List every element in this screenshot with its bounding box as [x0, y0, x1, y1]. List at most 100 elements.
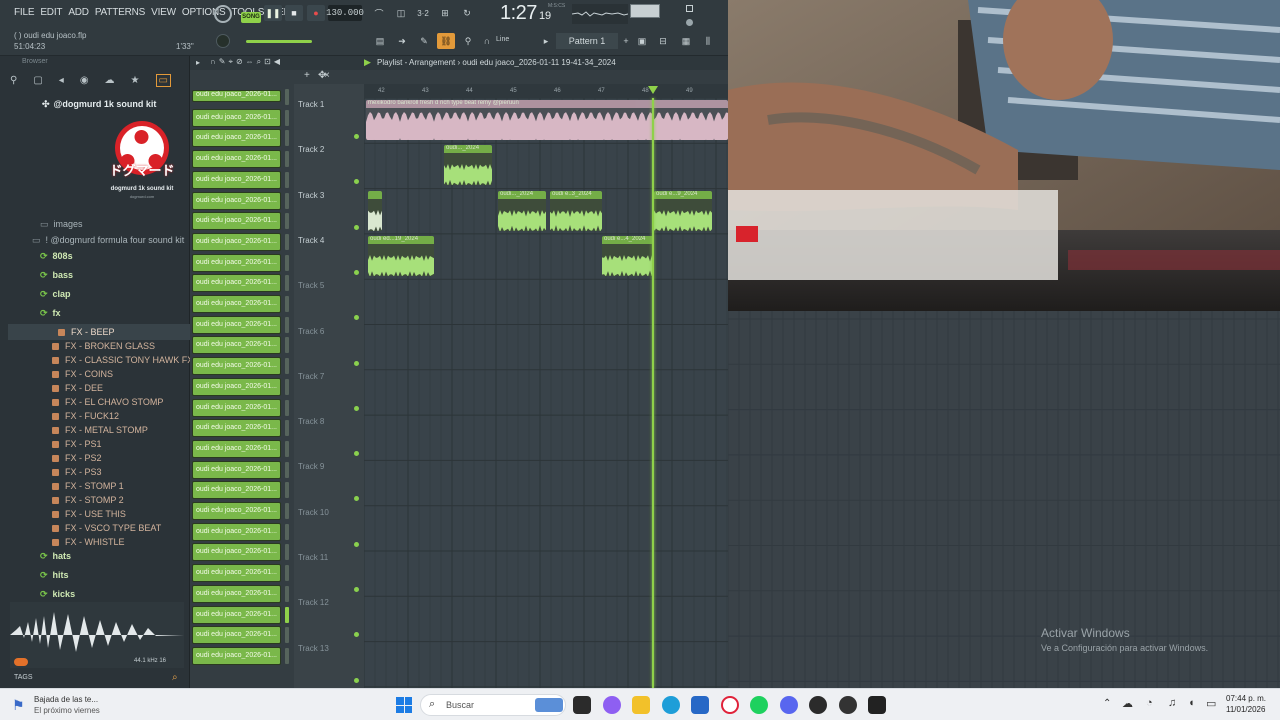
countdown-icon[interactable]: 3·2 — [414, 5, 432, 21]
track-mute-led[interactable] — [354, 224, 359, 230]
tray-cloud-icon[interactable]: ☁ — [1122, 697, 1133, 710]
browser-group[interactable]: ⟳ fx — [40, 305, 61, 321]
piano-roll-icon[interactable]: ▤ — [371, 33, 389, 49]
browser-group[interactable]: ⟳ bass — [40, 267, 73, 283]
play-button[interactable]: ❚❚ — [264, 5, 282, 21]
loop-record-icon[interactable]: ↻ — [458, 5, 476, 21]
channel-select-indicator[interactable] — [285, 378, 289, 395]
channel-button[interactable]: oudi edu joaco_2026-01... — [192, 481, 281, 500]
track-label[interactable]: Track 13 — [298, 644, 329, 653]
track-label[interactable]: Track 11 — [298, 553, 328, 562]
taskbar-search[interactable]: ⌕ Buscar — [420, 694, 566, 716]
menu-patterns[interactable]: PATTERNS — [95, 7, 145, 18]
channel-select-indicator[interactable] — [285, 585, 289, 602]
clock-time[interactable]: 07:44 p. m. — [1226, 694, 1266, 703]
channel-button[interactable]: oudi edu joaco_2026-01... — [192, 295, 281, 313]
fl-studio-icon[interactable] — [809, 696, 827, 714]
browser-folder[interactable]: ▭ images — [40, 216, 83, 232]
window-min-icon[interactable] — [686, 19, 693, 26]
audio-clip[interactable]: oudi e...4_2024 — [602, 235, 654, 276]
edge-icon[interactable] — [662, 696, 680, 714]
track-label[interactable]: Track 7 — [298, 372, 324, 381]
track-mute-led[interactable] — [354, 632, 359, 638]
window-restore-icon[interactable] — [686, 5, 693, 12]
tags-label[interactable]: TAGS — [14, 674, 33, 681]
channel-button[interactable]: oudi edu joaco_2026-01... — [192, 170, 281, 189]
plugin-icon[interactable]: ⫼ — [700, 33, 716, 49]
track-label[interactable]: Track 3 — [298, 191, 324, 200]
folder-icon[interactable]: ▢ — [33, 75, 42, 86]
start-button[interactable] — [396, 697, 412, 713]
discord-icon[interactable] — [780, 696, 798, 714]
kit-folder[interactable]: ✣ @dogmurd 1k sound kit — [42, 96, 156, 112]
audio-clip[interactable]: oudi..._2024 — [498, 190, 546, 231]
channel-button[interactable]: oudi edu joaco_2026-01... — [192, 191, 281, 210]
file-explorer-icon[interactable] — [632, 696, 650, 714]
channel-button[interactable]: oudi edu joaco_2026-01... — [192, 460, 281, 479]
menu-edit[interactable]: EDIT — [40, 7, 62, 18]
collapse-icon[interactable]: ◂ — [59, 75, 64, 86]
channel-select-indicator[interactable] — [285, 233, 289, 250]
channel-select-indicator[interactable] — [285, 337, 289, 354]
link-icon[interactable]: ⛓ — [437, 33, 455, 49]
tray-chevron-icon[interactable]: ⌃ — [1103, 698, 1111, 709]
channel-select-indicator[interactable] — [285, 565, 289, 582]
channel-button[interactable]: oudi edu joaco_2026-01... — [192, 150, 281, 169]
channel-button[interactable]: oudi edu joaco_2026-01... — [192, 605, 281, 624]
record-button[interactable]: ● — [307, 5, 325, 21]
timeline-ruler[interactable]: 42 43 44 45 46 47 48 49 — [364, 84, 728, 98]
channel-select-indicator[interactable] — [285, 627, 289, 644]
pattern-selector[interactable]: Pattern 1 — [556, 33, 618, 49]
channel-button[interactable]: oudi edu joaco_2026-01... — [192, 626, 281, 645]
audio-clip[interactable] — [368, 190, 382, 231]
channel-select-indicator[interactable] — [285, 296, 289, 312]
track-label[interactable]: Track 1 — [298, 100, 324, 109]
metronome-icon[interactable]: ⌒ — [370, 5, 388, 21]
audio-clip[interactable]: mexikodro bankroll fresh d rich type bea… — [366, 100, 728, 140]
track-mute-led[interactable] — [354, 541, 359, 547]
arrangement-grid[interactable]: mexikodro bankroll fresh d rich type bea… — [364, 98, 728, 688]
track-mute-led[interactable] — [354, 405, 359, 411]
pin-icon[interactable]: ⚲ — [10, 75, 17, 86]
cloud-icon[interactable]: ☁ — [105, 75, 115, 86]
clock-date[interactable]: 11/01/2026 — [1226, 705, 1265, 714]
browser-group[interactable]: ⟳ hits — [40, 567, 69, 583]
channel-select-indicator[interactable] — [285, 171, 289, 188]
pattern-prev-icon[interactable]: ▸ — [540, 33, 552, 49]
arrow-right-icon[interactable]: ➜ — [393, 33, 411, 49]
star-icon[interactable]: ★ — [131, 75, 140, 86]
store-icon[interactable] — [691, 696, 709, 714]
channel-button[interactable]: oudi edu joaco_2026-01... — [192, 274, 281, 293]
channel-button[interactable]: oudi edu joaco_2026-01... — [192, 253, 281, 272]
playlist-back-icon[interactable]: ▸ — [196, 58, 200, 67]
channel-select-indicator[interactable] — [285, 275, 289, 292]
channel-select-indicator[interactable] — [285, 420, 289, 437]
track-mute-led[interactable] — [354, 587, 359, 592]
track-mute-led[interactable] — [354, 360, 359, 366]
preview-play-icon[interactable] — [14, 658, 28, 666]
menu-file[interactable]: FILE — [14, 7, 35, 18]
track-mute-led[interactable] — [354, 179, 359, 185]
task-view-icon[interactable] — [573, 696, 591, 714]
channel-rack-icon[interactable]: ⊟ — [655, 33, 671, 49]
channel-select-indicator[interactable] — [285, 254, 289, 271]
channel-select-indicator[interactable] — [285, 316, 289, 333]
capture-icon[interactable] — [868, 696, 886, 714]
channel-button[interactable]: oudi edu joaco_2026-01... — [192, 584, 281, 603]
track-label[interactable]: Track 4 — [298, 236, 324, 245]
channel-select-indicator[interactable] — [285, 647, 289, 664]
audio-clip[interactable]: oudi..._2024 — [444, 145, 492, 186]
brush-icon[interactable]: ✎ — [415, 33, 433, 49]
channel-select-indicator[interactable] — [285, 213, 289, 230]
weather-icon[interactable]: ⚑ — [12, 697, 25, 714]
copilot-icon[interactable] — [603, 696, 621, 714]
playlist-icon[interactable]: ▣ — [634, 33, 650, 49]
pattern-song-toggle[interactable] — [214, 5, 232, 23]
audio-clip[interactable]: oudi e..3_2024 — [550, 190, 602, 231]
playlist-arrow-icon[interactable]: ▶ — [364, 57, 371, 68]
channel-button[interactable]: oudi edu joaco_2026-01... — [192, 90, 281, 102]
channel-select-indicator[interactable] — [285, 109, 289, 126]
spotify-icon[interactable] — [750, 696, 768, 714]
channel-button[interactable]: oudi edu joaco_2026-01... — [192, 419, 281, 438]
master-volume-slider[interactable] — [246, 40, 312, 43]
